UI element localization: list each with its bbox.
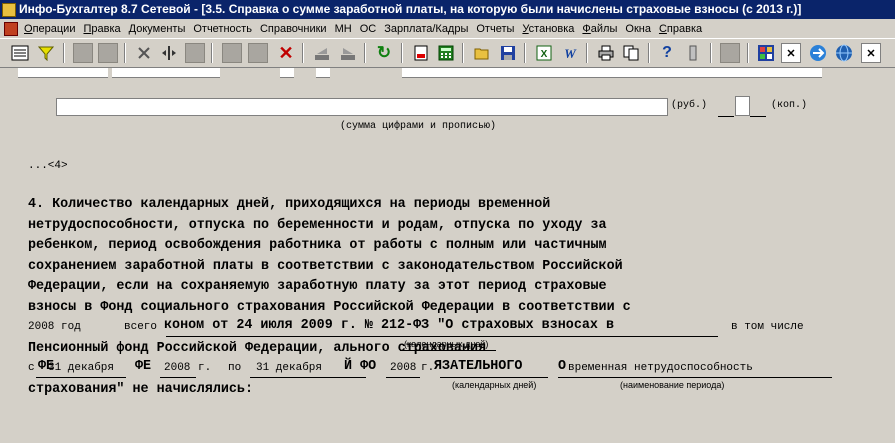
menu-os[interactable]: ОС xyxy=(356,23,381,35)
menu-references[interactable]: Справочники xyxy=(256,23,331,35)
cut-icon[interactable] xyxy=(134,43,154,63)
menu-bar: Операции Правка Документы Отчетность Спр… xyxy=(0,19,895,38)
delete-icon[interactable]: ✕ xyxy=(276,43,296,63)
app-logo-icon xyxy=(2,2,16,17)
move-down-icon[interactable] xyxy=(338,43,358,63)
toolbar-separator xyxy=(710,43,712,63)
including-label: в том числе xyxy=(731,321,804,333)
menu-edit[interactable]: Правка xyxy=(79,23,124,35)
days-total-underline xyxy=(166,336,718,337)
toolbar-separator xyxy=(63,43,65,63)
toolbar-separator xyxy=(211,43,213,63)
menu-help[interactable]: Справка xyxy=(655,23,706,35)
close-icon[interactable]: ✕ xyxy=(781,43,801,63)
period-to-date[interactable]: 31 декабря xyxy=(256,362,322,374)
disabled-button-icon[interactable] xyxy=(248,43,268,63)
input-field[interactable] xyxy=(316,68,330,78)
calendar-days-caption: (календарных дней) xyxy=(404,339,489,349)
disabled-button-icon[interactable] xyxy=(222,43,242,63)
excel-icon[interactable]: X xyxy=(534,43,554,63)
word-icon[interactable]: W xyxy=(560,43,580,63)
period-name-underline xyxy=(558,377,832,378)
document-menu-icon[interactable] xyxy=(4,21,18,36)
toolbar-separator xyxy=(747,43,749,63)
sum-input[interactable] xyxy=(56,98,668,116)
menu-windows[interactable]: Окна xyxy=(621,23,655,35)
toolbar-separator xyxy=(586,43,588,63)
days-pfr-underline xyxy=(400,350,496,351)
help-icon[interactable]: ? xyxy=(657,43,677,63)
period-name-field[interactable]: временная нетрудоспособность xyxy=(568,362,753,374)
menu-payroll[interactable]: Зарплата/Кадры xyxy=(380,23,472,35)
menu-reports[interactable]: Отчеты xyxy=(472,23,518,35)
copy-icon[interactable] xyxy=(185,43,205,63)
document-area: (руб.) (коп.) (сумма цифрами и прописью)… xyxy=(0,68,895,443)
date-underline xyxy=(250,377,366,378)
toolbar: ✕ ↻ X W ? ✕ ✕ xyxy=(0,38,895,68)
calculator-icon[interactable] xyxy=(436,43,456,63)
disabled-button-icon[interactable] xyxy=(73,43,93,63)
period-to-label: по xyxy=(228,362,242,374)
toolbar-separator xyxy=(648,43,650,63)
refresh-icon[interactable]: ↻ xyxy=(374,43,394,63)
input-field[interactable] xyxy=(112,68,220,78)
year-underline xyxy=(160,377,196,378)
period-to-year[interactable]: 2008 xyxy=(390,362,416,374)
sum-caption: (сумма цифрами и прописью) xyxy=(340,121,497,132)
year-underline xyxy=(386,377,420,378)
total-label: всего xyxy=(124,321,158,333)
date-underline xyxy=(36,377,126,378)
rub-label: (руб.) xyxy=(671,100,708,111)
input-field[interactable] xyxy=(18,68,108,78)
calendar-days-caption: (календарных дней) xyxy=(452,380,537,390)
menu-documents[interactable]: Документы xyxy=(125,23,190,35)
toolbar-separator xyxy=(124,43,126,63)
save-icon[interactable] xyxy=(498,43,518,63)
info-icon[interactable] xyxy=(683,43,703,63)
note-reference: ...<4> xyxy=(28,160,68,172)
law-text: коном от 24 июля 2009 г. № 212-ФЗ "О стр… xyxy=(164,318,614,333)
kop-underline xyxy=(750,116,766,117)
menu-reporting[interactable]: Отчетность xyxy=(189,23,256,35)
filter-icon[interactable] xyxy=(36,43,56,63)
kop-label: (коп.) xyxy=(771,100,808,111)
input-field[interactable] xyxy=(402,68,822,78)
period-name-caption: (наименование периода) xyxy=(620,380,725,390)
document-icon[interactable] xyxy=(411,43,431,63)
year-field[interactable]: 2008 год xyxy=(28,321,81,333)
kop-input[interactable] xyxy=(735,96,750,116)
kop-underline xyxy=(718,116,734,117)
close-icon[interactable]: ✕ xyxy=(861,43,881,63)
split-icon[interactable] xyxy=(159,43,179,63)
period-from-date[interactable]: 31 декабря xyxy=(48,362,114,374)
menu-operations[interactable]: Операции xyxy=(20,23,79,35)
period-from-year[interactable]: 2008 xyxy=(164,362,190,374)
svg-text:W: W xyxy=(564,46,577,61)
print-icon[interactable] xyxy=(596,43,616,63)
globe-icon[interactable] xyxy=(834,43,854,63)
toolbar-separator xyxy=(462,43,464,63)
period-from-label: с xyxy=(28,362,35,374)
disabled-button-icon[interactable] xyxy=(98,43,118,63)
paragraph-4: 4. Количество календарных дней, приходящ… xyxy=(28,197,631,397)
days-underline xyxy=(440,377,548,378)
input-field[interactable] xyxy=(280,68,294,78)
menu-files[interactable]: Файлы xyxy=(578,23,621,35)
remote-icon[interactable] xyxy=(808,43,828,63)
app-icon[interactable] xyxy=(756,43,776,63)
move-up-icon[interactable] xyxy=(312,43,332,63)
toolbar-separator xyxy=(364,43,366,63)
window-title-bar: Инфо-Бухгалтер 8.7 Сетевой - [3.5. Справ… xyxy=(0,0,895,19)
toolbar-separator xyxy=(401,43,403,63)
menu-settings[interactable]: Установка xyxy=(518,23,578,35)
disabled-button-icon[interactable] xyxy=(720,43,740,63)
menu-mn[interactable]: МН xyxy=(331,23,356,35)
toolbar-separator xyxy=(524,43,526,63)
svg-text:X: X xyxy=(541,49,548,60)
open-folder-icon[interactable] xyxy=(472,43,492,63)
list-icon[interactable] xyxy=(10,43,30,63)
copy-icon[interactable] xyxy=(621,43,641,63)
window-title: Инфо-Бухгалтер 8.7 Сетевой - [3.5. Справ… xyxy=(19,2,802,16)
toolbar-separator xyxy=(302,43,304,63)
